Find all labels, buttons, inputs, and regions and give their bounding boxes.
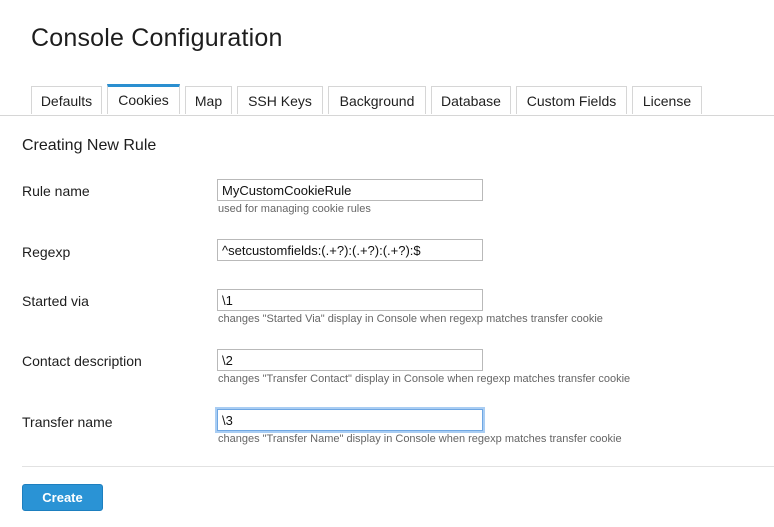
tab-background[interactable]: Background [328,86,426,114]
form-divider [22,466,774,467]
page-title: Console Configuration [31,24,283,52]
regexp-input[interactable] [217,239,483,261]
started-via-input[interactable] [217,289,483,311]
tab-bar: Defaults Cookies Map SSH Keys Background… [0,84,774,116]
started-via-label: Started via [22,293,89,309]
tab-defaults[interactable]: Defaults [31,86,102,114]
rule-name-label: Rule name [22,183,90,199]
tab-custom-fields[interactable]: Custom Fields [516,86,627,114]
tab-license[interactable]: License [632,86,702,114]
contact-description-label: Contact description [22,353,142,369]
rule-name-help: used for managing cookie rules [218,203,371,215]
rule-name-input[interactable] [217,179,483,201]
tab-database[interactable]: Database [431,86,511,114]
started-via-help: changes "Started Via" display in Console… [218,313,603,325]
contact-description-input[interactable] [217,349,483,371]
transfer-name-input[interactable] [217,409,483,431]
transfer-name-help: changes "Transfer Name" display in Conso… [218,433,622,445]
create-button[interactable]: Create [22,484,103,511]
contact-description-help: changes "Transfer Contact" display in Co… [218,373,631,385]
tab-map[interactable]: Map [185,86,232,114]
regexp-label: Regexp [22,244,71,260]
transfer-name-label: Transfer name [22,414,113,430]
tab-cookies[interactable]: Cookies [107,84,180,114]
tab-ssh-keys[interactable]: SSH Keys [237,86,323,114]
form-title: Creating New Rule [22,137,157,154]
